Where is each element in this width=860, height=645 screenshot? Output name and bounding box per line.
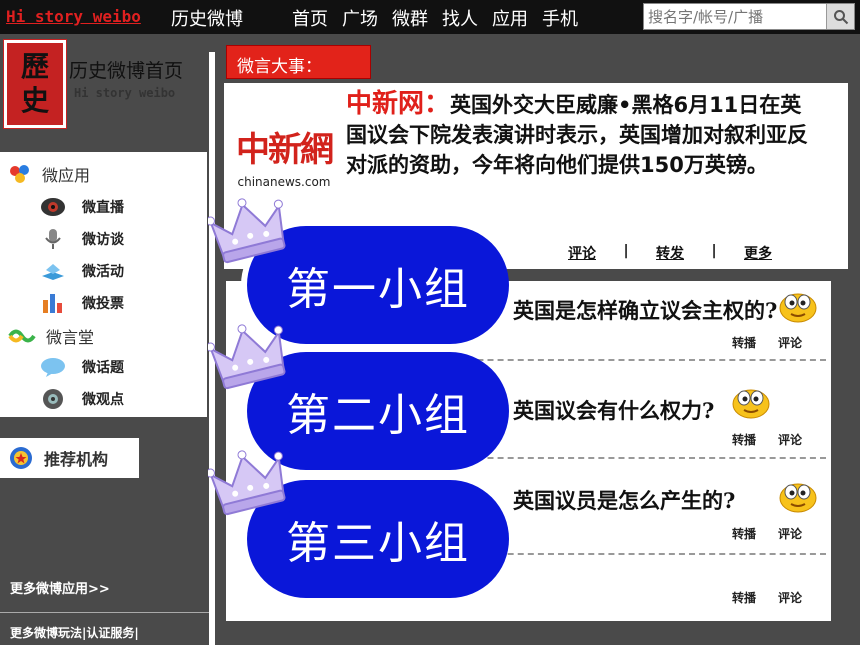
speech-bubble-icon	[41, 358, 65, 377]
logo-char-1: 歷	[20, 50, 49, 83]
sidebar: 微应用 微直播 微访谈 微活动 微投票 微言堂 微话题 微观点	[0, 152, 207, 417]
action-separator: |	[623, 243, 629, 259]
repost-link[interactable]: 转播	[732, 334, 756, 351]
action-separator: |	[711, 243, 717, 259]
sidebar-divider	[0, 612, 215, 613]
sidebar-item-label: 微直播	[82, 200, 124, 216]
sidebar-item-topic[interactable]: 微话题	[40, 356, 124, 378]
smiley-icon	[779, 483, 817, 513]
question-3[interactable]: 英国议员是怎么产生的?	[513, 485, 735, 515]
news-text: 中新网：英国外交大臣威廉•黑格6月11日在英国议会下院发表演讲时表示，英国增加对…	[346, 89, 816, 180]
search-button[interactable]	[826, 4, 854, 29]
logo-char-2: 史	[20, 84, 49, 117]
repost-link[interactable]: 转播	[732, 431, 756, 448]
repost-link[interactable]: 转发	[656, 243, 684, 263]
site-logo[interactable]: 歷 史	[3, 39, 67, 129]
sidebar-item-live[interactable]: 微直播	[40, 196, 124, 218]
group-1-label: 第一小组	[286, 264, 470, 315]
apps-section-header[interactable]: 微应用	[8, 162, 90, 186]
repost-link[interactable]: 转播	[732, 525, 756, 542]
recommend-orgs-button[interactable]: 推荐机构	[0, 438, 139, 478]
nav-find-people[interactable]: 找人	[442, 5, 478, 31]
sidebar-item-activity[interactable]: 微活动	[40, 260, 124, 282]
camera-icon	[41, 198, 65, 216]
microphone-icon	[45, 229, 61, 249]
brand-link[interactable]: Hi story weibo	[6, 7, 141, 26]
sidebar-item-label: 微话题	[82, 360, 124, 376]
bar-chart-icon	[43, 294, 62, 313]
comment-link[interactable]: 评论	[568, 243, 596, 263]
more-link[interactable]: 更多	[744, 243, 772, 263]
apps-icon	[10, 165, 29, 183]
news-source: 中新网	[346, 89, 425, 119]
home-title[interactable]: 历史微博首页	[69, 56, 183, 83]
smiley-icon	[779, 293, 817, 323]
home-subtitle: Hi story weibo	[74, 86, 176, 100]
comment-link[interactable]: 评论	[778, 334, 802, 351]
nav-mobile[interactable]: 手机	[542, 5, 578, 31]
recommend-icon	[10, 447, 32, 469]
sidebar-item-label: 微活动	[82, 264, 124, 280]
activity-icon	[42, 264, 64, 280]
news-actions: 评论 | 转发 | 更多	[568, 243, 772, 263]
recommend-label: 推荐机构	[44, 450, 109, 469]
hall-icon	[8, 329, 36, 343]
comment-link[interactable]: 评论	[778, 589, 802, 606]
question-4-meta: 转播 评论	[732, 589, 802, 606]
search-icon	[833, 9, 848, 24]
sidebar-item-viewpoint[interactable]: 微观点	[40, 388, 124, 410]
headline-tab[interactable]: 微言大事：	[226, 45, 371, 79]
hall-section-header[interactable]: 微言堂	[8, 324, 94, 348]
question-2-meta: 转播 评论	[732, 431, 802, 448]
group-3-label: 第三小组	[286, 518, 470, 569]
nav-home[interactable]: 首页	[292, 5, 328, 31]
search-box	[643, 3, 855, 30]
comment-link[interactable]: 评论	[778, 525, 802, 542]
group-2-label: 第二小组	[286, 390, 470, 441]
more-apps-link[interactable]: 更多微博应用>>	[10, 578, 110, 597]
top-bar: Hi story weibo 历史微博 首页 广场 微群 找人 应用 手机	[0, 0, 860, 34]
sidebar-item-label: 微观点	[82, 392, 124, 408]
nav-apps[interactable]: 应用	[492, 5, 528, 31]
crown-icon	[208, 324, 286, 390]
search-input[interactable]	[644, 4, 824, 29]
brand-name: 历史微博	[171, 9, 243, 30]
question-2[interactable]: 英国议会有什么权力?	[513, 395, 714, 425]
sidebar-item-vote[interactable]: 微投票	[40, 292, 124, 314]
question-1-meta: 转播 评论	[732, 334, 802, 351]
nav-groups[interactable]: 微群	[392, 5, 428, 31]
sidebar-item-label: 微访谈	[82, 232, 124, 248]
more-play-links[interactable]: 更多微博玩法|认证服务|	[10, 624, 139, 641]
apps-section-title: 微应用	[42, 166, 91, 185]
question-1[interactable]: 英国是怎样确立议会主权的?	[513, 295, 777, 325]
question-3-meta: 转播 评论	[732, 525, 802, 542]
main-nav: 首页 广场 微群 找人 应用 手机	[292, 5, 578, 31]
hall-section-title: 微言堂	[46, 328, 95, 347]
sidebar-item-label: 微投票	[82, 296, 124, 312]
speaker-icon	[43, 389, 63, 409]
sidebar-item-interview[interactable]: 微访谈	[40, 228, 124, 250]
crown-icon	[208, 198, 286, 264]
news-source-colon: ：	[424, 89, 451, 119]
smiley-icon	[732, 389, 770, 419]
crown-icon	[208, 450, 286, 516]
comment-link[interactable]: 评论	[778, 431, 802, 448]
chinanews-logo-mark: 中新網	[236, 129, 334, 170]
nav-square[interactable]: 广场	[342, 5, 378, 31]
repost-link[interactable]: 转播	[732, 589, 756, 606]
chinanews-logo-url: chinanews.com	[237, 174, 331, 189]
